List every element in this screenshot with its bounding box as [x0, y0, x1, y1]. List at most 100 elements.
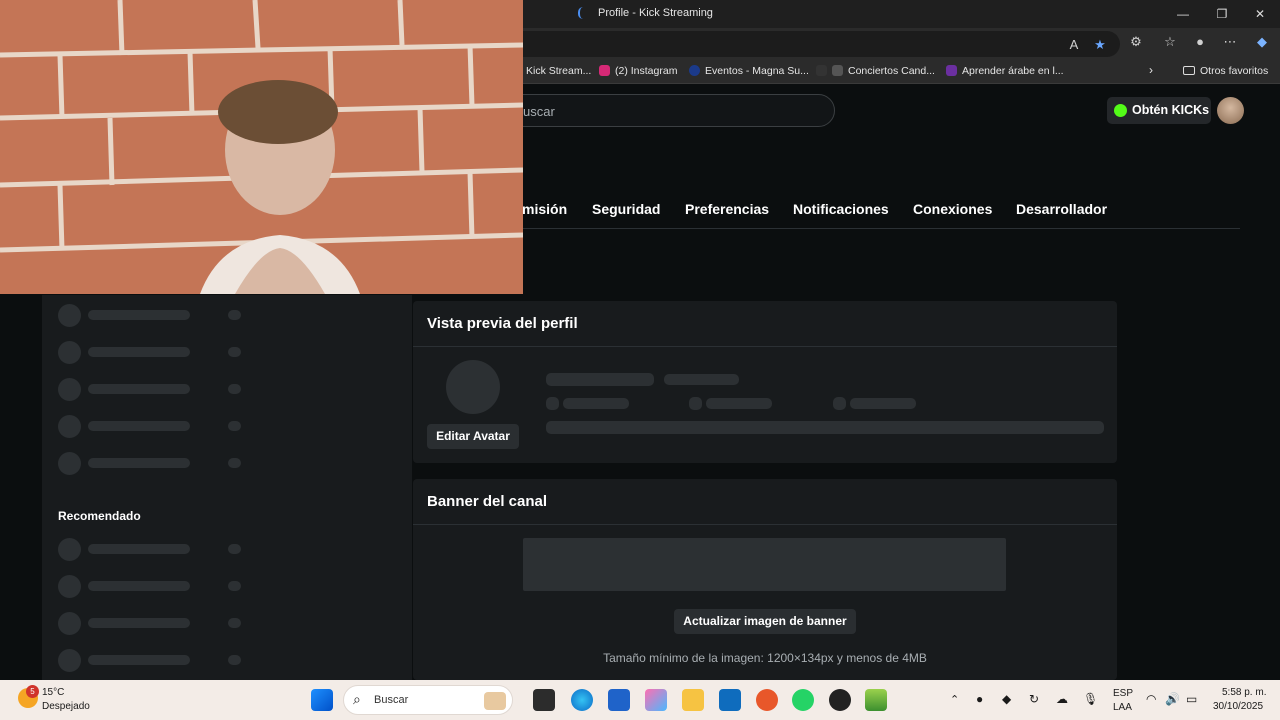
taskbar-search-label: Buscar	[374, 694, 409, 706]
tab-transmision[interactable]: misión	[522, 201, 567, 217]
banner-size-hint: Tamaño mínimo de la imagen: 1200×134px y…	[603, 651, 927, 665]
skeleton-bar	[546, 421, 1104, 434]
weather-temp: 15°C	[42, 687, 65, 698]
maximize-icon[interactable]: ❐	[1212, 4, 1232, 24]
language-code[interactable]: ESP	[1113, 688, 1133, 699]
chevron-right-icon[interactable]: ›	[1149, 63, 1153, 77]
skeleton-bar	[88, 384, 190, 394]
skeleton-bar	[88, 544, 190, 554]
bookmark-label: (2) Instagram	[615, 65, 678, 77]
sync-icon[interactable]: ↻	[1029, 692, 1039, 706]
skeleton-dot	[228, 347, 241, 357]
address-bar[interactable]: A ★	[500, 31, 1120, 57]
tab-notificaciones[interactable]: Notificaciones	[793, 201, 889, 217]
avatar-placeholder	[446, 360, 500, 414]
store-icon[interactable]	[608, 689, 630, 711]
skeleton-bar	[88, 421, 190, 431]
banner-title: Banner del canal	[427, 493, 548, 510]
search-input[interactable]: uscar	[500, 94, 835, 127]
webcam-feed-image	[0, 0, 523, 294]
windows-start-icon[interactable]	[311, 689, 333, 711]
tab-desarrollador[interactable]: Desarrollador	[1016, 201, 1107, 217]
bluestacks-icon[interactable]	[865, 689, 887, 711]
bookmark-label: Kick Stream...	[526, 65, 592, 77]
copilot-app-icon[interactable]	[645, 689, 667, 711]
close-icon[interactable]: ✕	[1250, 4, 1270, 24]
other-bookmarks-label: Otros favoritos	[1200, 65, 1269, 77]
battery-icon[interactable]: ▭	[1186, 692, 1197, 706]
tab-seguridad[interactable]: Seguridad	[592, 201, 660, 217]
bookmark-label: Eventos - Magna Su...	[705, 65, 809, 77]
bookmark-kick[interactable]: Kick Stream...	[526, 65, 591, 77]
file-explorer-icon[interactable]	[682, 689, 704, 711]
get-kicks-label: Obtén KICKs	[1132, 103, 1210, 117]
obs-icon[interactable]	[829, 689, 851, 711]
skeleton-bar	[850, 398, 916, 409]
get-kicks-button[interactable]: Obtén KICKs	[1107, 97, 1211, 124]
recommended-heading: Recomendado	[58, 509, 141, 523]
bookmark-arabe[interactable]: Aprender árabe en l...	[946, 65, 1064, 77]
dropbox-icon[interactable]: ◆	[1002, 692, 1011, 706]
skeleton-bar	[563, 398, 629, 409]
divider	[413, 346, 1117, 347]
profile-preview-card: Vista previa del perfil Editar Avatar	[413, 301, 1117, 463]
outlook-icon[interactable]	[719, 689, 741, 711]
read-aloud-icon[interactable]: A	[1064, 37, 1084, 52]
edge-icon[interactable]	[571, 689, 593, 711]
skeleton-dot	[228, 581, 241, 591]
more-menu-icon[interactable]: ⋯	[1220, 34, 1240, 50]
weather-desc: Despejado	[42, 701, 90, 712]
skeleton-dot	[228, 421, 241, 431]
kicks-coin-icon	[1114, 104, 1127, 117]
skeleton-avatar	[58, 341, 81, 364]
minimize-icon[interactable]: —	[1173, 4, 1193, 24]
bookmark-label: Conciertos Cand...	[848, 65, 935, 77]
skeleton-avatar	[58, 538, 81, 561]
wifi-icon[interactable]: ◠	[1146, 692, 1156, 706]
clock-time[interactable]: 5:58 p. m.	[1222, 687, 1266, 698]
globe-icon	[689, 65, 700, 76]
settings-tabs: misión Seguridad Preferencias Notificaci…	[500, 197, 1240, 229]
favorites-icon[interactable]: ☆	[1160, 34, 1180, 50]
tab-title[interactable]: Profile - Kick Streaming	[598, 7, 713, 19]
skeleton-bar	[88, 618, 190, 628]
skeleton-dot	[228, 655, 241, 665]
bookmark-instagram[interactable]: (2) Instagram	[599, 65, 677, 77]
skeleton-dot	[228, 618, 241, 628]
skeleton-avatar	[58, 649, 81, 672]
folder-icon	[1183, 66, 1195, 75]
site-icon	[946, 65, 957, 76]
whatsapp-icon[interactable]	[792, 689, 814, 711]
divider	[413, 524, 1117, 525]
profile-icon[interactable]: ●	[1190, 34, 1210, 49]
chevron-up-icon[interactable]: ⌃	[950, 693, 959, 706]
bookmark-label: Aprender árabe en l...	[962, 65, 1064, 77]
tray-app-icon[interactable]: ●	[976, 692, 983, 706]
copilot-icon[interactable]: ◆	[1252, 34, 1272, 50]
keyboard-layout[interactable]: LAA	[1113, 702, 1132, 713]
other-bookmarks[interactable]: Otros favoritos	[1183, 65, 1268, 77]
bookmark-conciertos[interactable]: Conciertos Cand...	[816, 65, 935, 77]
update-banner-button[interactable]: Actualizar imagen de banner	[674, 609, 856, 634]
brave-icon[interactable]	[756, 689, 778, 711]
extensions-icon[interactable]: ⚙	[1126, 34, 1146, 50]
sidebar: Recomendado	[42, 295, 412, 680]
edit-avatar-button[interactable]: Editar Avatar	[427, 424, 519, 449]
onedrive-icon[interactable]: ☁	[1056, 692, 1068, 706]
skeleton-bar	[88, 310, 190, 320]
skeleton-dot	[228, 544, 241, 554]
skeleton-avatar	[58, 378, 81, 401]
tab-conexiones[interactable]: Conexiones	[913, 201, 992, 217]
skeleton-bar	[88, 347, 190, 357]
skeleton-bar	[88, 458, 190, 468]
volume-icon[interactable]: 🔊	[1165, 692, 1180, 706]
taskbar-search[interactable]: ⌕ Buscar	[343, 685, 513, 715]
microphone-icon[interactable]: 🎙	[1083, 692, 1098, 706]
favorite-star-icon[interactable]: ★	[1090, 37, 1110, 53]
skeleton-bar	[88, 655, 190, 665]
tab-preferencias[interactable]: Preferencias	[685, 201, 769, 217]
task-view-icon[interactable]	[533, 689, 555, 711]
avatar[interactable]	[1217, 97, 1244, 124]
bookmark-eventos[interactable]: Eventos - Magna Su...	[689, 65, 809, 77]
clock-date[interactable]: 30/10/2025	[1213, 701, 1263, 712]
